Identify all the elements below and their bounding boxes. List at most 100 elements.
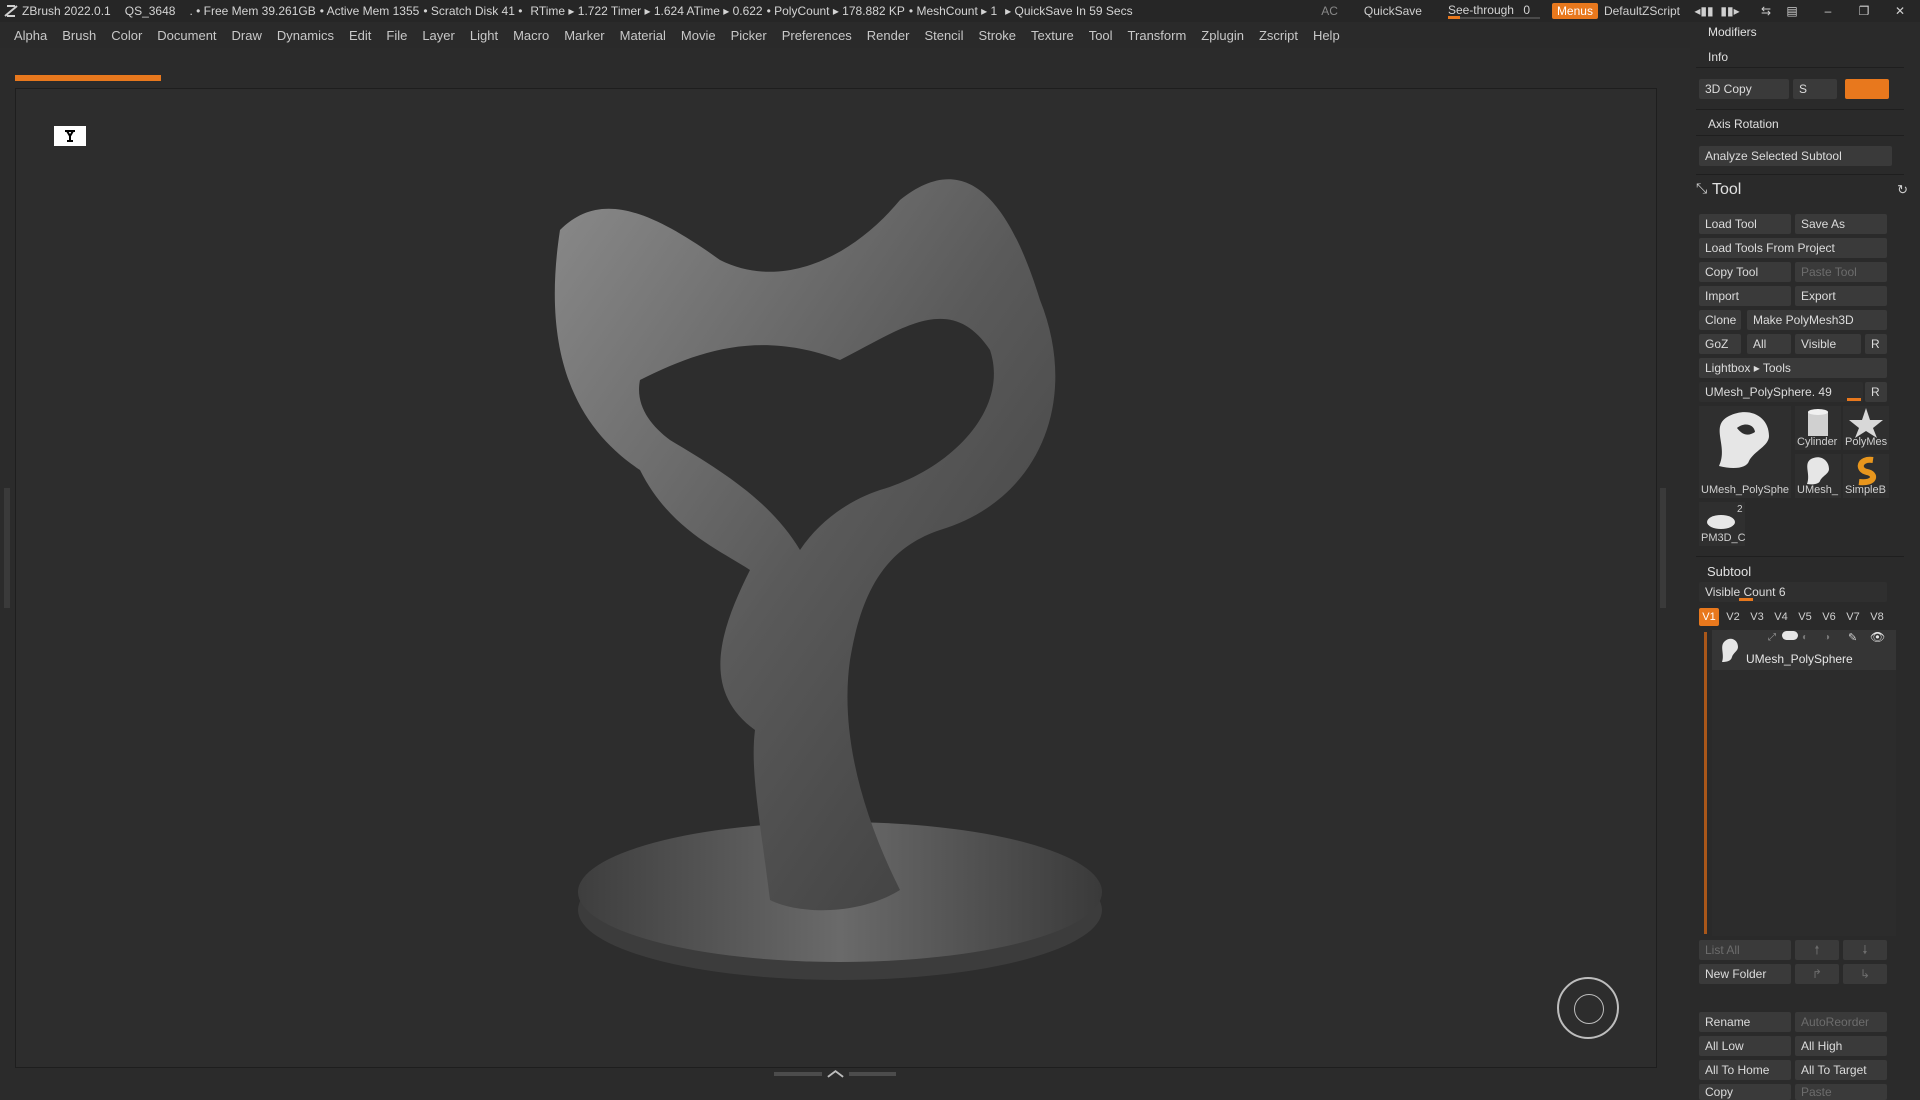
- sculpt-icon[interactable]: ✎: [1848, 631, 1857, 644]
- tool-thumb-pm3d[interactable]: 2 PM3D_C: [1699, 502, 1745, 546]
- menu-stroke[interactable]: Stroke: [978, 28, 1016, 43]
- copy-3d-slider[interactable]: [1845, 79, 1889, 99]
- right-tray-handle[interactable]: [1660, 488, 1666, 608]
- swap-ui-icon[interactable]: ⇆: [1754, 4, 1778, 18]
- subtool-tab-v2[interactable]: V2: [1723, 608, 1743, 626]
- tool-thumb-umesh[interactable]: UMesh_: [1795, 454, 1841, 498]
- all-to-target-button[interactable]: All To Target: [1795, 1060, 1887, 1080]
- menu-zplugin[interactable]: Zplugin: [1201, 28, 1244, 43]
- polypaint-icon[interactable]: ◑: [1824, 632, 1830, 643]
- tool-thumb-umesh-polysphere-large[interactable]: UMesh_PolySphe: [1699, 406, 1791, 498]
- paste-tool-button[interactable]: Paste Tool: [1795, 262, 1887, 282]
- document-tab-indicator[interactable]: [15, 75, 161, 81]
- visible-count-slider[interactable]: Visible Count 6: [1699, 582, 1887, 602]
- menu-dynamics[interactable]: Dynamics: [277, 28, 334, 43]
- tool-pin-icon[interactable]: ⤡: [1696, 180, 1707, 197]
- quicksave-button[interactable]: QuickSave: [1364, 4, 1422, 18]
- subtool-tab-v4[interactable]: V4: [1771, 608, 1791, 626]
- subtool-tab-v7[interactable]: V7: [1843, 608, 1863, 626]
- load-tool-button[interactable]: Load Tool: [1699, 214, 1791, 234]
- layout-left-icon[interactable]: ◂▮▮: [1692, 4, 1716, 18]
- left-tray-handle[interactable]: [4, 488, 10, 608]
- menus-toggle-button[interactable]: Menus: [1551, 3, 1598, 19]
- clone-button[interactable]: Clone: [1699, 310, 1741, 330]
- ui-layout-icon[interactable]: ▤: [1780, 4, 1804, 18]
- all-to-home-button[interactable]: All To Home: [1699, 1060, 1791, 1080]
- import-button[interactable]: Import: [1699, 286, 1791, 306]
- floor-grid-icon[interactable]: [54, 126, 86, 146]
- menu-preferences[interactable]: Preferences: [782, 28, 852, 43]
- menu-stencil[interactable]: Stencil: [924, 28, 963, 43]
- export-button[interactable]: Export: [1795, 286, 1887, 306]
- menu-transform[interactable]: Transform: [1128, 28, 1187, 43]
- move-down-button[interactable]: 🠗: [1843, 940, 1887, 960]
- menu-document[interactable]: Document: [157, 28, 216, 43]
- folder-move-up-button[interactable]: ↱: [1795, 964, 1839, 984]
- tool-thumb-polymesh[interactable]: PolyMes: [1843, 406, 1889, 450]
- menu-file[interactable]: File: [386, 28, 407, 43]
- new-folder-button[interactable]: New Folder: [1699, 964, 1791, 984]
- copy-tool-button[interactable]: Copy Tool: [1699, 262, 1791, 282]
- menu-zscript[interactable]: Zscript: [1259, 28, 1298, 43]
- list-all-button[interactable]: List All: [1699, 940, 1791, 960]
- menu-layer[interactable]: Layer: [422, 28, 455, 43]
- load-tools-from-project-button[interactable]: Load Tools From Project: [1699, 238, 1887, 258]
- paste-subtool-button[interactable]: Paste: [1795, 1084, 1887, 1100]
- goz-button[interactable]: GoZ: [1699, 334, 1741, 354]
- menu-tool[interactable]: Tool: [1089, 28, 1113, 43]
- eye-icon[interactable]: 👁: [1870, 630, 1885, 644]
- menu-color[interactable]: Color: [111, 28, 142, 43]
- rename-button[interactable]: Rename: [1699, 1012, 1791, 1032]
- menu-picker[interactable]: Picker: [731, 28, 767, 43]
- menu-texture[interactable]: Texture: [1031, 28, 1074, 43]
- menu-render[interactable]: Render: [867, 28, 910, 43]
- menu-material[interactable]: Material: [620, 28, 666, 43]
- menu-movie[interactable]: Movie: [681, 28, 716, 43]
- subtool-tab-v6[interactable]: V6: [1819, 608, 1839, 626]
- reset-icon[interactable]: ↻: [1897, 182, 1908, 198]
- move-up-button[interactable]: 🠕: [1795, 940, 1839, 960]
- copy-subtool-button[interactable]: Copy: [1699, 1084, 1791, 1100]
- current-tool-r-button[interactable]: R: [1865, 382, 1887, 402]
- visibility-toggle-icon[interactable]: [1782, 631, 1798, 640]
- menu-help[interactable]: Help: [1313, 28, 1340, 43]
- menu-alpha[interactable]: Alpha: [14, 28, 47, 43]
- bottom-tray-handle[interactable]: [770, 1069, 900, 1078]
- brush-icon[interactable]: ⤢: [1768, 632, 1776, 643]
- layout-right-icon[interactable]: ▮▮▸: [1718, 4, 1742, 18]
- tool-palette-title[interactable]: Tool: [1712, 181, 1741, 199]
- menu-edit[interactable]: Edit: [349, 28, 371, 43]
- folder-move-down-button[interactable]: ↳: [1843, 964, 1887, 984]
- menu-macro[interactable]: Macro: [513, 28, 549, 43]
- menu-light[interactable]: Light: [470, 28, 498, 43]
- navigation-gizmo[interactable]: [1557, 977, 1619, 1039]
- all-high-button[interactable]: All High: [1795, 1036, 1887, 1056]
- subtool-list-scrollbar[interactable]: [1704, 632, 1707, 934]
- zbrush-logo-icon[interactable]: [0, 0, 22, 22]
- subtool-title[interactable]: Subtool: [1707, 564, 1751, 579]
- minimize-icon[interactable]: –: [1816, 4, 1840, 18]
- restore-icon[interactable]: ❐: [1852, 4, 1876, 18]
- subtool-row-umesh-polysphere[interactable]: ⤢ ◐ ◑ ✎ 👁 UMesh_PolySphere: [1712, 630, 1896, 670]
- info-label[interactable]: Info: [1708, 50, 1728, 64]
- all-low-button[interactable]: All Low: [1699, 1036, 1791, 1056]
- axis-rotation-label[interactable]: Axis Rotation: [1708, 117, 1779, 131]
- save-as-button[interactable]: Save As: [1795, 214, 1887, 234]
- menu-marker[interactable]: Marker: [564, 28, 604, 43]
- autoreorder-button[interactable]: AutoReorder: [1795, 1012, 1887, 1032]
- subtool-tab-v3[interactable]: V3: [1747, 608, 1767, 626]
- make-polymesh3d-button[interactable]: Make PolyMesh3D: [1747, 310, 1887, 330]
- analyze-subtool-button[interactable]: Analyze Selected Subtool: [1699, 146, 1892, 166]
- modifiers-label[interactable]: Modifiers: [1708, 25, 1757, 39]
- lightbox-tools-button[interactable]: Lightbox ▸ Tools: [1699, 358, 1887, 378]
- sculpt-model[interactable]: [520, 170, 1120, 1020]
- s-value-field[interactable]: S: [1793, 79, 1837, 99]
- subtool-tab-v1[interactable]: V1: [1699, 608, 1719, 626]
- menu-draw[interactable]: Draw: [232, 28, 262, 43]
- default-zscript-button[interactable]: DefaultZScript: [1604, 4, 1680, 18]
- ac-toggle[interactable]: AC: [1321, 4, 1338, 18]
- goz-r-button[interactable]: R: [1865, 334, 1887, 354]
- copy-3d-button[interactable]: 3D Copy: [1699, 79, 1789, 99]
- close-icon[interactable]: ✕: [1888, 4, 1912, 18]
- goz-all-button[interactable]: All: [1747, 334, 1791, 354]
